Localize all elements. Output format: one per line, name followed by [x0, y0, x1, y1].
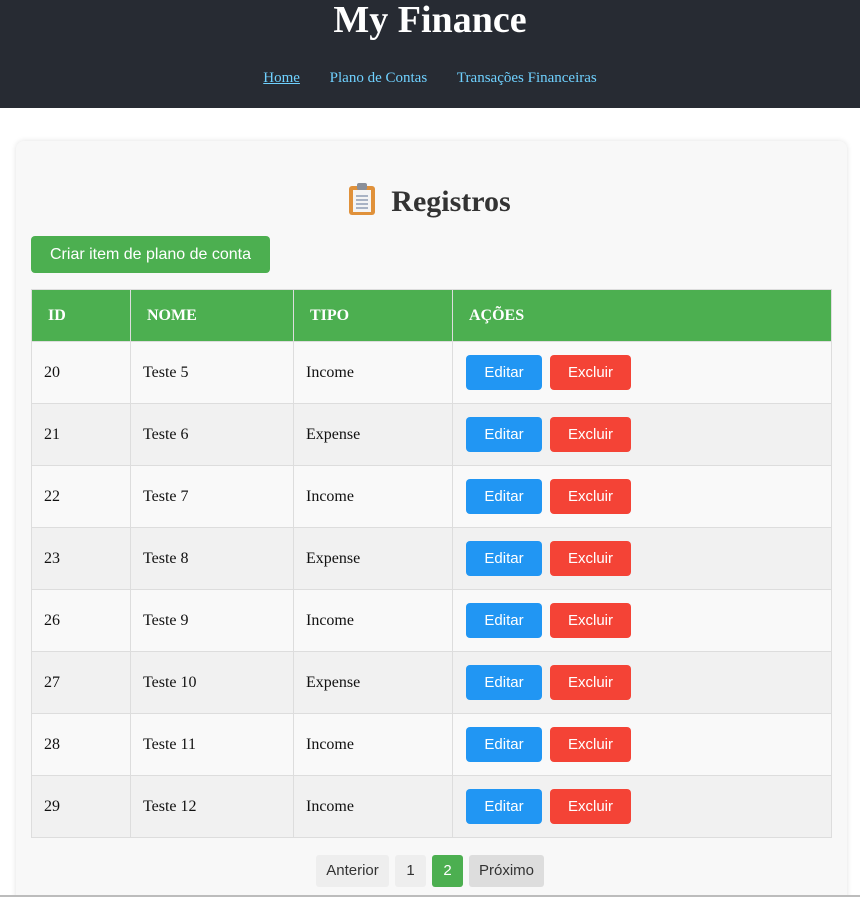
- delete-button[interactable]: Excluir: [550, 665, 631, 700]
- delete-button[interactable]: Excluir: [550, 355, 631, 390]
- cell-id: 20: [31, 341, 131, 404]
- clipboard-icon: [349, 183, 376, 215]
- cell-nome: Teste 10: [130, 651, 294, 714]
- cell-tipo: Expense: [293, 403, 453, 466]
- cell-nome: Teste 5: [130, 341, 294, 404]
- page-title: Registros: [0, 183, 860, 221]
- table-row: 20 Teste 5 Income Editar Excluir: [31, 341, 832, 404]
- pagination-page-1[interactable]: 1: [395, 855, 426, 887]
- column-header-tipo: TIPO: [293, 289, 453, 342]
- column-header-nome: NOME: [130, 289, 294, 342]
- cell-id: 28: [31, 713, 131, 776]
- records-table: ID NOME TIPO AÇÕES 20 Teste 5 Income Edi…: [31, 289, 832, 838]
- column-header-id: ID: [31, 289, 131, 342]
- top-header: My Finance Home Plano de Contas Transaçõ…: [0, 0, 860, 108]
- nav-link-home[interactable]: Home: [263, 68, 300, 88]
- page-title-text: Registros: [391, 185, 511, 218]
- delete-button[interactable]: Excluir: [550, 417, 631, 452]
- edit-button[interactable]: Editar: [466, 665, 542, 700]
- edit-button[interactable]: Editar: [466, 355, 542, 390]
- table-row: 22 Teste 7 Income Editar Excluir: [31, 465, 832, 528]
- cell-tipo: Income: [293, 589, 453, 652]
- cell-id: 22: [31, 465, 131, 528]
- cell-tipo: Income: [293, 341, 453, 404]
- edit-button[interactable]: Editar: [466, 727, 542, 762]
- pagination: Anterior 1 2 Próximo: [0, 855, 860, 887]
- cell-nome: Teste 9: [130, 589, 294, 652]
- table-row: 21 Teste 6 Expense Editar Excluir: [31, 403, 832, 466]
- main-nav: Home Plano de Contas Transações Financei…: [0, 68, 860, 88]
- edit-button[interactable]: Editar: [466, 417, 542, 452]
- pagination-page-2-current[interactable]: 2: [432, 855, 463, 887]
- delete-button[interactable]: Excluir: [550, 479, 631, 514]
- cell-tipo: Income: [293, 713, 453, 776]
- edit-button[interactable]: Editar: [466, 479, 542, 514]
- table-row: 29 Teste 12 Income Editar Excluir: [31, 775, 832, 838]
- delete-button[interactable]: Excluir: [550, 541, 631, 576]
- nav-link-transacoes-financeiras[interactable]: Transações Financeiras: [457, 68, 597, 88]
- table-header-row: ID NOME TIPO AÇÕES: [31, 289, 832, 342]
- cell-actions: Editar Excluir: [452, 713, 832, 776]
- nav-link-plano-de-contas[interactable]: Plano de Contas: [330, 68, 428, 88]
- cell-actions: Editar Excluir: [452, 341, 832, 404]
- column-header-acoes: AÇÕES: [452, 289, 832, 342]
- cell-tipo: Income: [293, 465, 453, 528]
- cell-actions: Editar Excluir: [452, 651, 832, 714]
- cell-nome: Teste 11: [130, 713, 294, 776]
- cell-id: 23: [31, 527, 131, 590]
- table-row: 28 Teste 11 Income Editar Excluir: [31, 713, 832, 776]
- app-title: My Finance: [333, 0, 527, 41]
- edit-button[interactable]: Editar: [466, 603, 542, 638]
- cell-actions: Editar Excluir: [452, 775, 832, 838]
- cell-id: 27: [31, 651, 131, 714]
- edit-button[interactable]: Editar: [466, 541, 542, 576]
- delete-button[interactable]: Excluir: [550, 789, 631, 824]
- create-account-item-button[interactable]: Criar item de plano de conta: [31, 236, 270, 273]
- cell-tipo: Income: [293, 775, 453, 838]
- table-row: 27 Teste 10 Expense Editar Excluir: [31, 651, 832, 714]
- cell-nome: Teste 7: [130, 465, 294, 528]
- pagination-next-button[interactable]: Próximo: [469, 855, 544, 887]
- table-row: 23 Teste 8 Expense Editar Excluir: [31, 527, 832, 590]
- cell-id: 21: [31, 403, 131, 466]
- cell-actions: Editar Excluir: [452, 589, 832, 652]
- cell-actions: Editar Excluir: [452, 465, 832, 528]
- pagination-previous-button[interactable]: Anterior: [316, 855, 389, 887]
- delete-button[interactable]: Excluir: [550, 727, 631, 762]
- edit-button[interactable]: Editar: [466, 789, 542, 824]
- delete-button[interactable]: Excluir: [550, 603, 631, 638]
- cell-id: 29: [31, 775, 131, 838]
- cell-actions: Editar Excluir: [452, 527, 832, 590]
- table-row: 26 Teste 9 Income Editar Excluir: [31, 589, 832, 652]
- cell-tipo: Expense: [293, 527, 453, 590]
- cell-nome: Teste 6: [130, 403, 294, 466]
- cell-id: 26: [31, 589, 131, 652]
- cell-nome: Teste 8: [130, 527, 294, 590]
- cell-nome: Teste 12: [130, 775, 294, 838]
- cell-actions: Editar Excluir: [452, 403, 832, 466]
- cell-tipo: Expense: [293, 651, 453, 714]
